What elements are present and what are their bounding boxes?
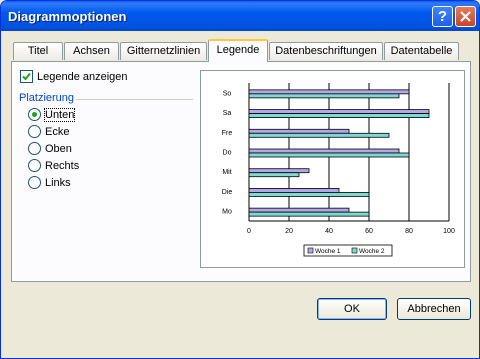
radio-ecke-label: Ecke — [45, 125, 70, 138]
x-tick-label: 80 — [405, 228, 413, 235]
radio-empty-icon[interactable] — [28, 159, 41, 172]
checkmark-icon — [22, 72, 31, 81]
close-icon — [460, 11, 471, 22]
bar-woche-2 — [248, 152, 410, 158]
tab-achsen[interactable]: Achsen — [64, 42, 119, 60]
category-label: So — [223, 90, 232, 97]
placement-group-title: Platzierung — [19, 92, 75, 104]
tab-panel-legende: Legende anzeigen Platzierung Unten Ecke … — [11, 61, 471, 282]
bar-woche-1 — [248, 207, 350, 213]
legend-entry: Woche 2 — [359, 248, 385, 255]
x-tick-label: 40 — [325, 228, 333, 235]
bar-woche-1 — [248, 168, 310, 174]
tab-titel[interactable]: Titel — [13, 42, 63, 60]
bar-woche-1 — [248, 89, 410, 95]
tab-datentabelle[interactable]: Datentabelle — [384, 42, 459, 60]
radio-links-label: Links — [45, 176, 71, 189]
dialog-window: Diagrammoptionen ? Titel Achsen Gitterne… — [0, 0, 480, 359]
radio-oben[interactable]: Oben — [28, 142, 72, 155]
radio-empty-icon[interactable] — [28, 176, 41, 189]
category-label: Mit — [222, 169, 231, 176]
category-label: Do — [223, 150, 232, 157]
ok-button[interactable]: OK — [317, 298, 387, 320]
bar-woche-2 — [248, 113, 430, 118]
title-bar[interactable]: Diagrammoptionen ? — [1, 1, 479, 31]
tab-datenbeschriftungen[interactable]: Datenbeschriftungen — [269, 42, 383, 60]
x-tick-label: 100 — [443, 228, 455, 235]
bar-woche-2 — [248, 211, 370, 217]
bar-woche-2 — [248, 172, 300, 178]
bar-woche-2 — [248, 132, 390, 138]
tab-strip: Titel Achsen Gitternetzlinien Legende Da… — [11, 39, 471, 62]
radio-oben-label: Oben — [45, 142, 72, 155]
show-legend-checkbox[interactable]: Legende anzeigen — [20, 70, 128, 83]
cancel-button[interactable]: Abbrechen — [397, 298, 471, 320]
x-tick-label: 0 — [247, 228, 251, 235]
legend-swatch — [307, 247, 314, 254]
chart-svg: 0 20 40 60 80 100 So Sa Fre Do Mit Die Mo Woche 1 Woch… — [222, 83, 455, 257]
radio-selected-icon[interactable] — [28, 108, 41, 121]
radio-empty-icon[interactable] — [28, 125, 41, 138]
bar-woche-2 — [248, 192, 370, 197]
category-label: Mo — [222, 209, 232, 216]
x-tick-label: 60 — [365, 228, 373, 235]
category-label: Sa — [223, 110, 232, 117]
bar-woche-1 — [248, 128, 350, 134]
radio-ecke[interactable]: Ecke — [28, 125, 69, 138]
bar-woche-1 — [248, 188, 340, 193]
legend-entry: Woche 1 — [315, 248, 341, 255]
bar-woche-1 — [248, 148, 400, 154]
show-legend-label: Legende anzeigen — [37, 70, 128, 83]
radio-unten-label: Unten — [43, 107, 76, 122]
close-button[interactable] — [455, 6, 476, 27]
radio-links[interactable]: Links — [28, 176, 71, 189]
window-title: Diagrammoptionen — [8, 9, 127, 24]
category-label: Fre — [222, 130, 233, 137]
radio-rechts-label: Rechts — [45, 159, 80, 172]
legend-swatch — [351, 247, 358, 254]
tab-gitternetzlinien[interactable]: Gitternetzlinien — [120, 42, 207, 60]
tab-legende[interactable]: Legende — [208, 39, 268, 62]
help-button[interactable]: ? — [432, 6, 453, 27]
radio-empty-icon[interactable] — [28, 142, 41, 155]
chart-preview: 0 20 40 60 80 100 So Sa Fre Do Mit Die Mo Woche 1 Woch… — [200, 70, 465, 268]
bar-woche-2 — [248, 93, 400, 99]
radio-unten[interactable]: Unten — [28, 107, 76, 122]
x-tick-label: 20 — [285, 228, 293, 235]
category-label: Die — [222, 189, 233, 196]
checkbox-box[interactable] — [20, 70, 33, 83]
bar-woche-1 — [248, 109, 430, 114]
question-mark-icon: ? — [437, 8, 448, 25]
radio-rechts[interactable]: Rechts — [28, 159, 79, 172]
group-divider — [76, 99, 193, 100]
